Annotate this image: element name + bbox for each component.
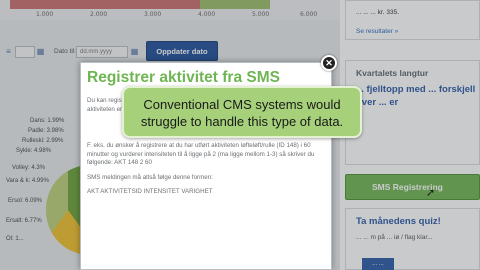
modal-title: Registrer aktivitet fra SMS xyxy=(87,69,280,86)
close-icon[interactable]: ✕ xyxy=(321,55,337,71)
callout-text: Conventional CMS systems would struggle … xyxy=(140,97,344,129)
modal-format: AKT AKTIVITETSID INTENSITET VARIGHET xyxy=(87,188,213,195)
annotation-callout: Conventional CMS systems would struggle … xyxy=(122,86,362,138)
modal-paragraph: F. eks. du ønsker å registrere at du har… xyxy=(87,142,315,166)
modal-paragraph: SMS meldingen må altså følge denne forme… xyxy=(87,173,213,181)
